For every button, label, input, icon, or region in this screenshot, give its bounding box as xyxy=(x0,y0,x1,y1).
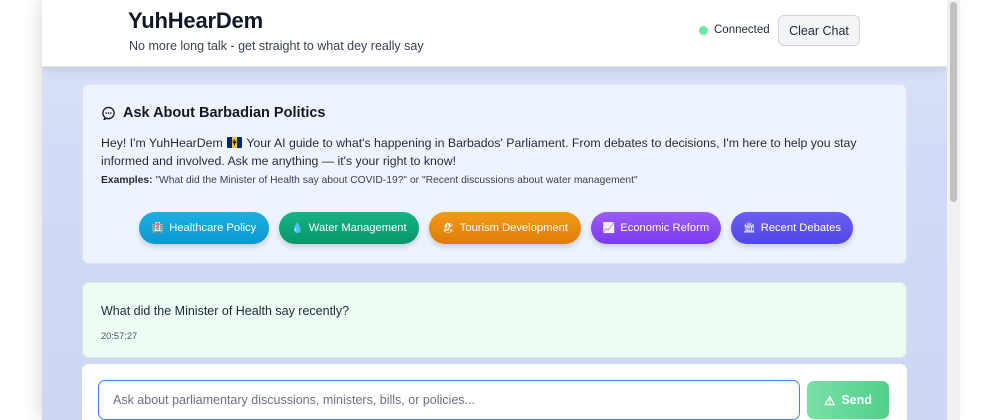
app-title: YuhHearDem xyxy=(128,8,263,33)
speech-bubble-icon xyxy=(102,106,115,120)
beach-icon: 🏖 xyxy=(442,222,455,234)
droplet-icon: 💧 xyxy=(291,222,304,234)
chat-input[interactable] xyxy=(98,380,800,420)
header: YuhHearDem No more long talk - get strai… xyxy=(42,0,947,67)
examples-label: Examples: xyxy=(101,175,153,186)
chip-label: Healthcare Policy xyxy=(169,222,257,234)
status-dot-icon xyxy=(699,25,708,35)
greeting-before-flag: Hey! I'm YuhHearDem xyxy=(101,136,223,150)
parliament-icon: 🏛 xyxy=(743,222,756,234)
connection-status: Connected xyxy=(699,24,770,36)
chip-water-management[interactable]: 💧 Water Management xyxy=(279,212,419,244)
chip-label: Tourism Development xyxy=(459,222,568,234)
chart-up-icon: 📈 xyxy=(602,222,616,234)
user-message: What did the Minister of Health say rece… xyxy=(82,282,907,358)
barbados-flag-icon xyxy=(227,137,243,148)
welcome-title: Ask About Barbadian Politics xyxy=(101,105,326,121)
scrollbar[interactable] xyxy=(947,0,960,420)
examples-line: Examples: "What did the Minister of Heal… xyxy=(101,175,638,186)
chip-label: Water Management xyxy=(308,222,407,234)
warning-icon: ⚠ xyxy=(824,393,836,408)
chip-economic-reform[interactable]: 📈 Economic Reform xyxy=(591,212,721,244)
welcome-card: Ask About Barbadian Politics Hey! I'm Yu… xyxy=(82,84,907,264)
chip-healthcare-policy[interactable]: 🏥 Healthcare Policy xyxy=(139,212,269,244)
welcome-title-text: Ask About Barbadian Politics xyxy=(123,105,326,121)
app-window: YuhHearDem No more long talk - get strai… xyxy=(42,0,947,420)
status-label: Connected xyxy=(714,24,770,36)
hospital-icon: 🏥 xyxy=(151,222,165,234)
message-timestamp: 20:57:27 xyxy=(101,331,138,341)
chip-recent-debates[interactable]: 🏛 Recent Debates xyxy=(731,212,853,244)
composer: ⚠ Send xyxy=(82,364,907,420)
chip-label: Recent Debates xyxy=(760,222,841,234)
scrollbar-thumb[interactable] xyxy=(950,2,957,202)
welcome-text: Hey! I'm YuhHearDem Your AI guide to wha… xyxy=(101,134,901,170)
chip-label: Economic Reform xyxy=(620,222,710,234)
message-text: What did the Minister of Health say rece… xyxy=(101,304,350,318)
send-button[interactable]: ⚠ Send xyxy=(807,381,889,419)
app-subtitle: No more long talk - get straight to what… xyxy=(129,39,424,53)
chip-tourism-development[interactable]: 🏖 Tourism Development xyxy=(429,212,581,244)
send-label: Send xyxy=(841,393,872,407)
examples-text: "What did the Minister of Health say abo… xyxy=(155,175,638,186)
clear-chat-button[interactable]: Clear Chat xyxy=(778,15,860,46)
suggestion-chips: 🏥 Healthcare Policy 💧 Water Management 🏖… xyxy=(139,212,853,244)
